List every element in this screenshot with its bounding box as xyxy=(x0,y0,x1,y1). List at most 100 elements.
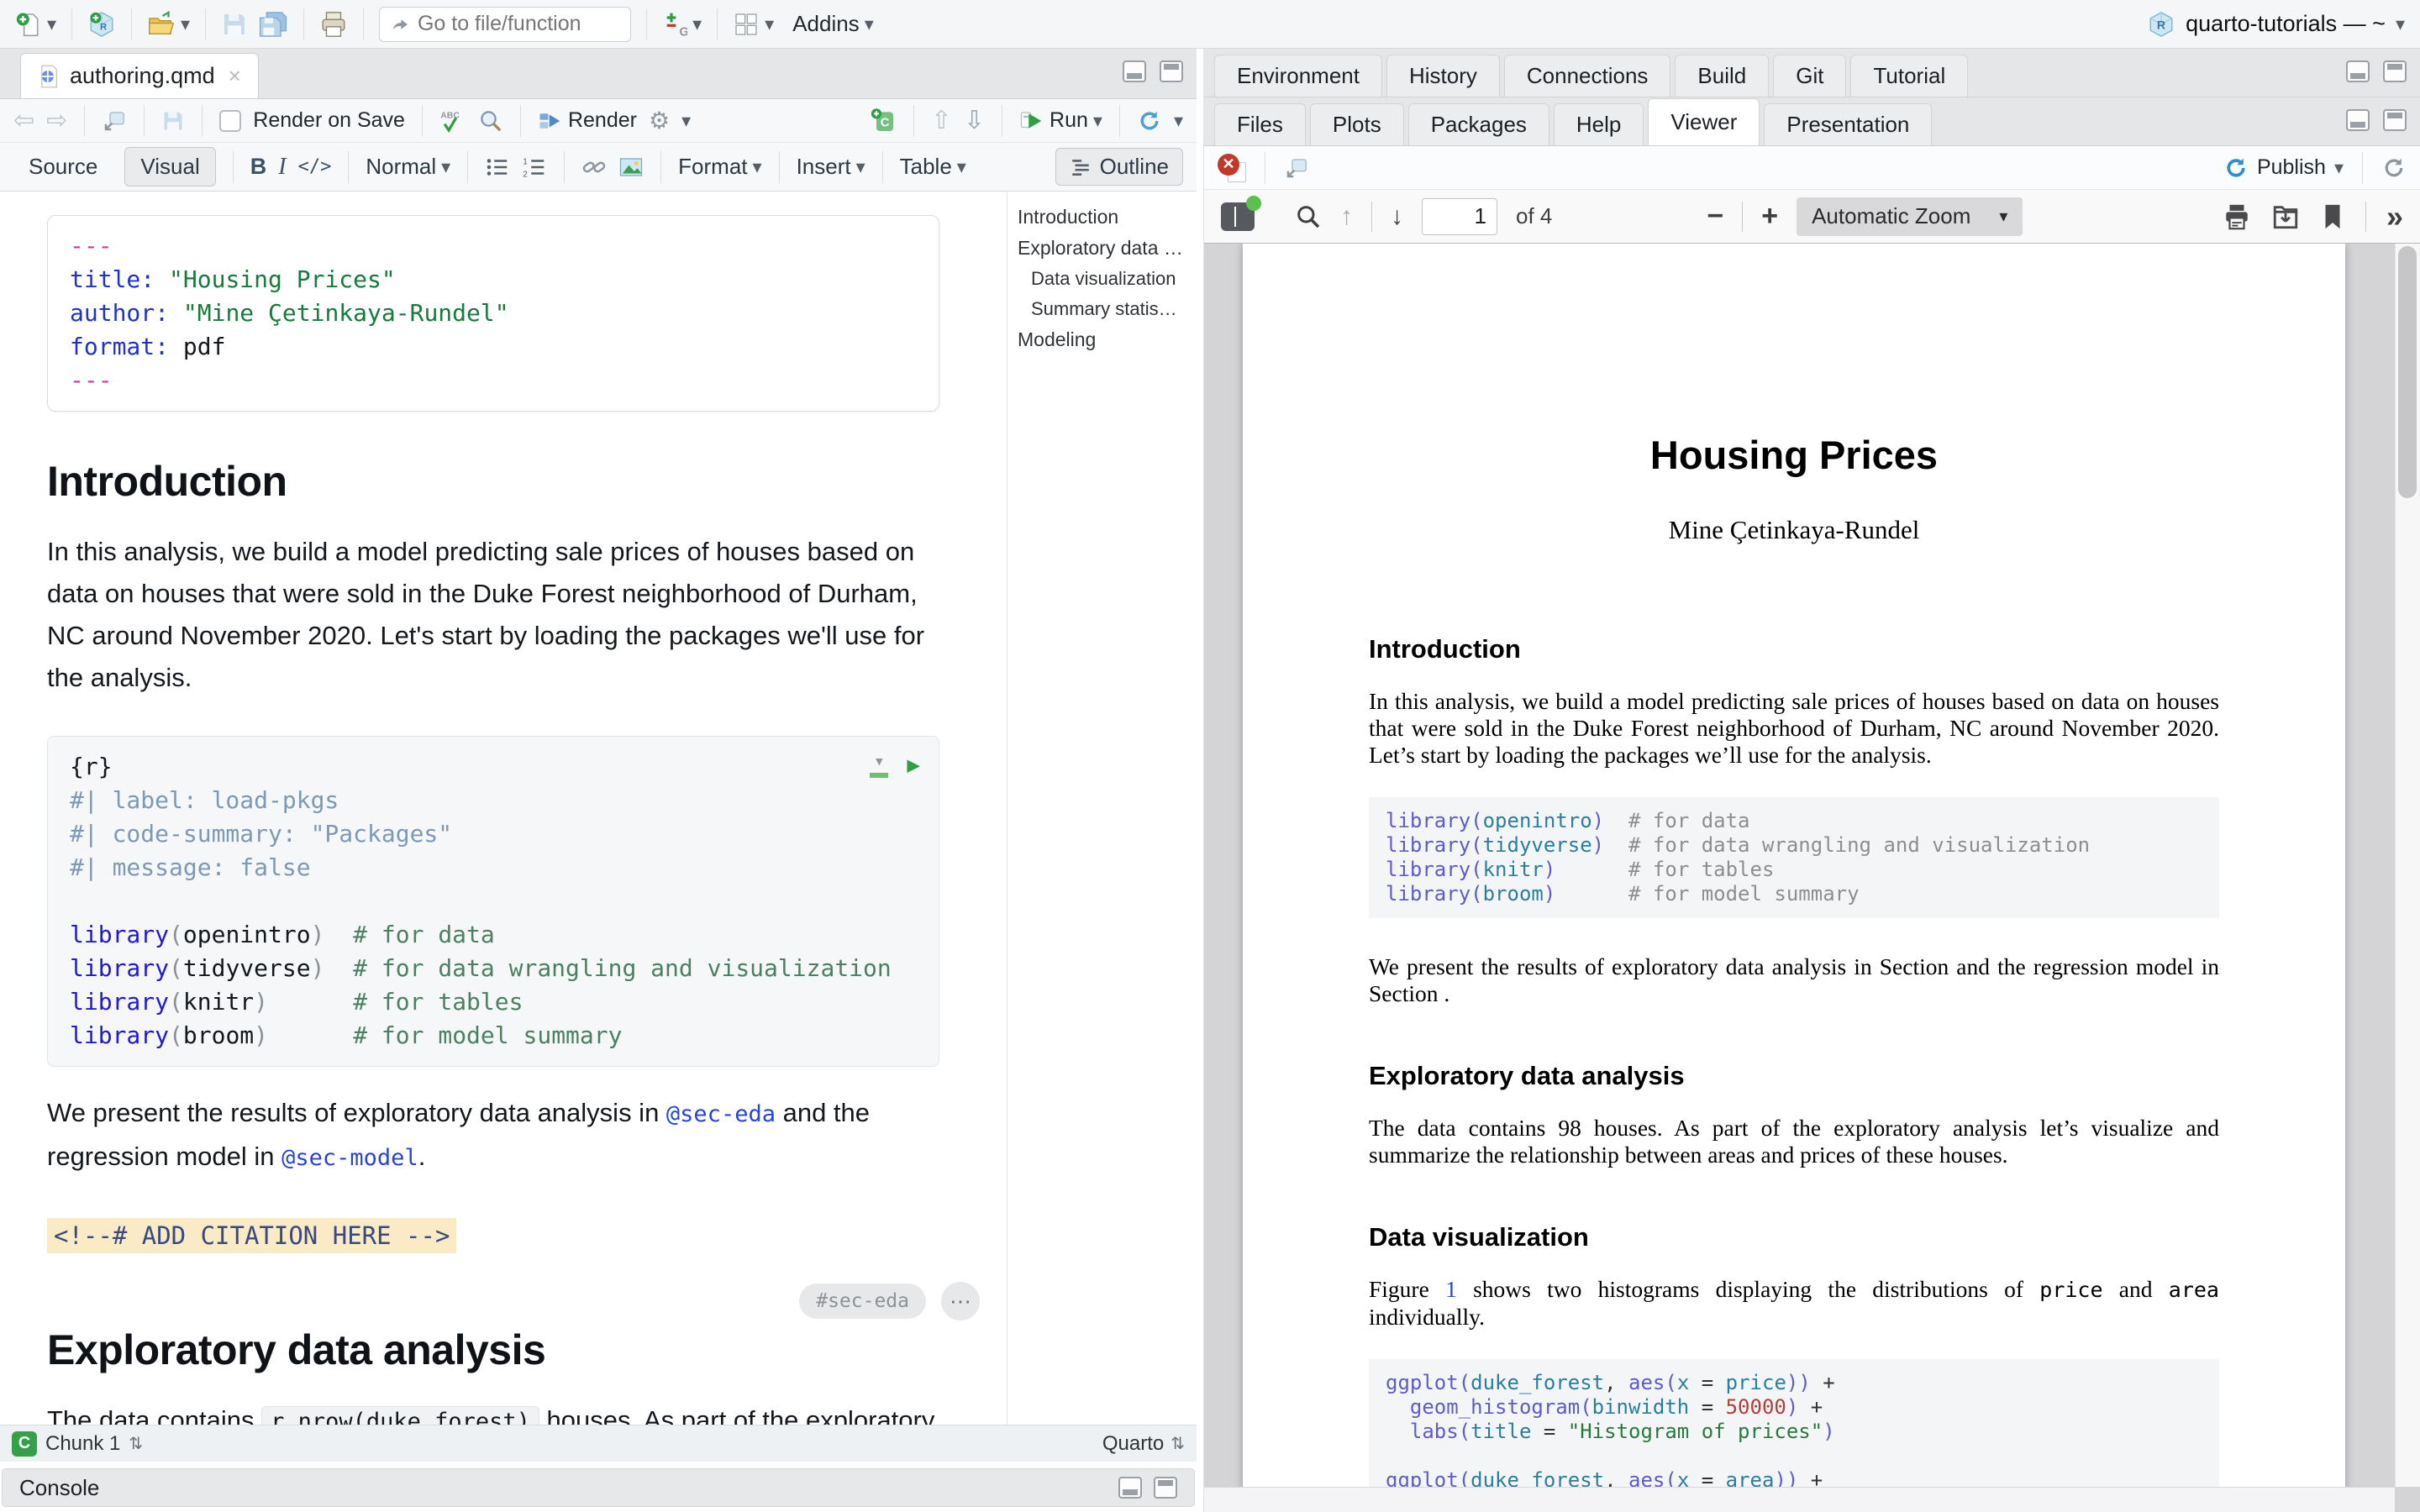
maximize-icon[interactable] xyxy=(2383,109,2407,131)
table-menu[interactable]: Table ▾ xyxy=(900,154,966,180)
run-button[interactable]: Run ▾ xyxy=(1019,108,1102,134)
new-project-button[interactable]: R xyxy=(87,10,116,39)
open-file-button[interactable]: ▾ xyxy=(147,10,190,39)
chunk-position-label[interactable]: Chunk 1 xyxy=(45,1432,120,1456)
goto-file-input[interactable] xyxy=(418,12,620,36)
pdf-print-icon[interactable] xyxy=(2223,202,2251,231)
pdf-horizontal-scrollbar[interactable] xyxy=(1204,1487,2395,1512)
outline-toggle-button[interactable]: Outline xyxy=(1055,148,1183,186)
close-tab-icon[interactable]: × xyxy=(225,63,241,89)
link-icon[interactable] xyxy=(581,155,607,180)
source-mode-button[interactable]: Source xyxy=(13,148,113,186)
save-all-button[interactable] xyxy=(258,10,288,39)
publish-button[interactable]: Publish ▾ xyxy=(2223,155,2344,181)
eda-paragraph[interactable]: The data contains r nrow(duke_forest) ho… xyxy=(47,1399,955,1425)
maximize-icon[interactable] xyxy=(1160,60,1183,82)
console-header[interactable]: Console xyxy=(2,1468,1195,1507)
pane-layout-button[interactable]: ▾ xyxy=(733,11,774,38)
minimize-icon[interactable] xyxy=(2346,60,2370,82)
chunk-spinner-icon[interactable]: ⇅ xyxy=(129,1433,143,1454)
save-button[interactable] xyxy=(221,11,248,38)
tab-tutorial[interactable]: Tutorial xyxy=(1850,55,1968,97)
yaml-block[interactable]: ---title: "Housing Prices"author: "Mine … xyxy=(47,215,939,412)
tab-build[interactable]: Build xyxy=(1675,55,1769,97)
outline-item[interactable]: Data visualization xyxy=(1018,264,1197,294)
minimize-icon[interactable] xyxy=(1118,1477,1142,1499)
tab-history[interactable]: History xyxy=(1386,55,1500,97)
addins-menu[interactable]: Addins ▾ xyxy=(792,11,874,37)
maximize-icon[interactable] xyxy=(2383,60,2407,82)
run-previous-icon[interactable]: ⇧ xyxy=(931,106,952,135)
new-file-caret-icon[interactable]: ▾ xyxy=(47,15,56,34)
pdf-download-icon[interactable] xyxy=(2271,202,2300,231)
tab-viewer[interactable]: Viewer xyxy=(1648,98,1760,145)
new-file-button[interactable]: ▾ xyxy=(15,11,56,38)
section-menu-button[interactable]: ⋯ xyxy=(941,1282,980,1320)
bold-button[interactable]: B xyxy=(250,154,267,180)
outline-item[interactable]: Summary statis… xyxy=(1018,294,1197,324)
pdf-vertical-scrollbar[interactable] xyxy=(2395,244,2420,1487)
git-button[interactable]: G ▾ xyxy=(662,11,702,38)
outline-item[interactable]: Exploratory data … xyxy=(1018,233,1197,264)
render-options-caret-icon[interactable]: ▾ xyxy=(681,112,691,130)
render-button[interactable]: Render xyxy=(538,108,637,134)
save-icon[interactable] xyxy=(161,109,185,133)
pane-layout-caret-icon[interactable]: ▾ xyxy=(765,15,774,34)
print-button[interactable] xyxy=(319,10,348,39)
gear-icon[interactable]: ⚙ xyxy=(649,107,670,134)
page-up-icon[interactable]: ↑ xyxy=(1340,202,1353,231)
maximize-icon[interactable] xyxy=(1154,1477,1177,1499)
code-format-button[interactable]: </> xyxy=(298,156,332,177)
tab-files[interactable]: Files xyxy=(1214,103,1306,145)
git-caret-icon[interactable]: ▾ xyxy=(692,15,702,34)
outline-item[interactable]: Introduction xyxy=(1018,202,1197,233)
format-menu[interactable]: Format ▾ xyxy=(678,154,761,180)
page-down-icon[interactable]: ↓ xyxy=(1391,202,1403,231)
zoom-in-icon[interactable]: + xyxy=(1761,200,1778,233)
zoom-level-select[interactable]: Automatic Zoom ▾ xyxy=(1797,197,2023,236)
more-tools-icon[interactable]: » xyxy=(2386,199,2403,234)
goto-file-search[interactable] xyxy=(379,7,631,42)
popout-icon[interactable] xyxy=(1284,155,1309,181)
project-menu[interactable]: R quarto-tutorials — ~ ▾ xyxy=(2147,10,2405,39)
pdf-bookmark-icon[interactable] xyxy=(2320,202,2345,231)
search-icon[interactable] xyxy=(478,108,503,134)
popout-icon[interactable] xyxy=(102,108,127,134)
page-number-input[interactable] xyxy=(1422,198,1497,235)
refresh-icon[interactable] xyxy=(2381,155,2407,181)
open-file-caret-icon[interactable]: ▾ xyxy=(181,15,190,34)
tab-authoring-qmd[interactable]: authoring.qmd × xyxy=(20,53,259,98)
tab-presentation[interactable]: Presentation xyxy=(1764,103,1932,145)
run-next-icon[interactable]: ⇩ xyxy=(964,106,985,135)
chunk-options-icon[interactable]: ▾ xyxy=(870,753,888,778)
tab-packages[interactable]: Packages xyxy=(1408,103,1549,145)
insert-chunk-button[interactable]: C xyxy=(870,108,897,134)
tab-connections[interactable]: Connections xyxy=(1504,55,1671,97)
italic-button[interactable]: I xyxy=(278,154,286,181)
rerun-caret-icon[interactable]: ▾ xyxy=(1174,112,1183,130)
clear-viewer-button[interactable]: ✕ xyxy=(1218,154,1246,182)
render-on-save-checkbox[interactable] xyxy=(219,110,241,132)
forward-icon[interactable]: ⇨ xyxy=(46,106,67,135)
intro-paragraph[interactable]: In this analysis, we build a model predi… xyxy=(47,531,955,699)
zoom-out-icon[interactable]: − xyxy=(1707,200,1723,233)
minimize-icon[interactable] xyxy=(2346,109,2370,131)
rerun-icon[interactable] xyxy=(1137,108,1162,134)
tab-environment[interactable]: Environment xyxy=(1214,55,1382,97)
bullet-list-icon[interactable] xyxy=(485,155,510,180)
outline-item[interactable]: Modeling xyxy=(1018,324,1197,355)
sidebar-toggle-icon[interactable] xyxy=(1221,202,1255,231)
spellcheck-icon[interactable]: ABC xyxy=(439,108,466,134)
present-paragraph[interactable]: We present the results of exploratory da… xyxy=(47,1092,955,1179)
citation-comment[interactable]: <!--# ADD CITATION HERE --> xyxy=(47,1218,456,1253)
visual-mode-button[interactable]: Visual xyxy=(124,147,215,186)
tab-plots[interactable]: Plots xyxy=(1310,103,1404,145)
find-icon[interactable] xyxy=(1295,203,1322,230)
minimize-icon[interactable] xyxy=(1123,60,1146,82)
code-chunk-load-pkgs[interactable]: ▾ ▶ {r}#| label: load-pkgs#| code-summar… xyxy=(47,736,939,1067)
image-icon[interactable] xyxy=(618,155,644,180)
visual-editor-content[interactable]: ---title: "Housing Prices"author: "Mine … xyxy=(0,192,1007,1425)
insert-menu[interactable]: Insert ▾ xyxy=(797,154,865,180)
eda-heading[interactable]: Exploratory data analysis xyxy=(47,1326,981,1374)
tab-help[interactable]: Help xyxy=(1554,103,1644,145)
